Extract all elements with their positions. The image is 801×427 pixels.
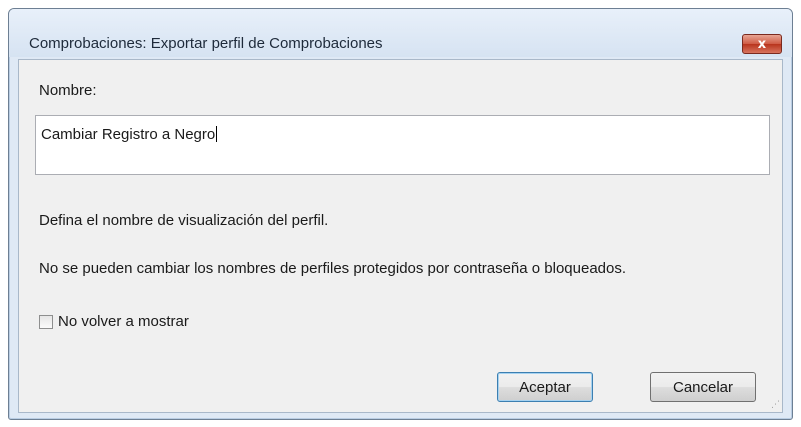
resize-grip-icon[interactable]: ⋰: [771, 400, 780, 409]
dont-show-again-option[interactable]: No volver a mostrar: [39, 313, 189, 330]
cancel-button[interactable]: Cancelar: [650, 372, 756, 402]
window-title: Comprobaciones: Exportar perfil de Compr…: [29, 35, 383, 52]
name-input-value: Cambiar Registro a Negro: [41, 126, 216, 143]
close-icon: x: [757, 36, 767, 52]
text-caret: [216, 126, 218, 142]
name-label: Nombre:: [39, 82, 97, 99]
close-button[interactable]: x: [742, 34, 782, 54]
dont-show-again-checkbox[interactable]: [39, 314, 53, 329]
dialog-body: Nombre: Cambiar Registro a Negro Defina …: [18, 59, 783, 413]
title-bar[interactable]: Comprobaciones: Exportar perfil de Compr…: [9, 9, 792, 57]
name-input[interactable]: Cambiar Registro a Negro: [35, 115, 770, 175]
dialog-window: Comprobaciones: Exportar perfil de Compr…: [8, 8, 793, 420]
dont-show-again-label[interactable]: No volver a mostrar: [58, 313, 189, 330]
accept-button[interactable]: Aceptar: [497, 372, 593, 402]
description-text: Defina el nombre de visualización del pe…: [39, 212, 329, 229]
protected-profiles-note: No se pueden cambiar los nombres de perf…: [39, 260, 627, 277]
cancel-button-label: Cancelar: [672, 378, 734, 396]
accept-button-label: Aceptar: [519, 378, 571, 396]
